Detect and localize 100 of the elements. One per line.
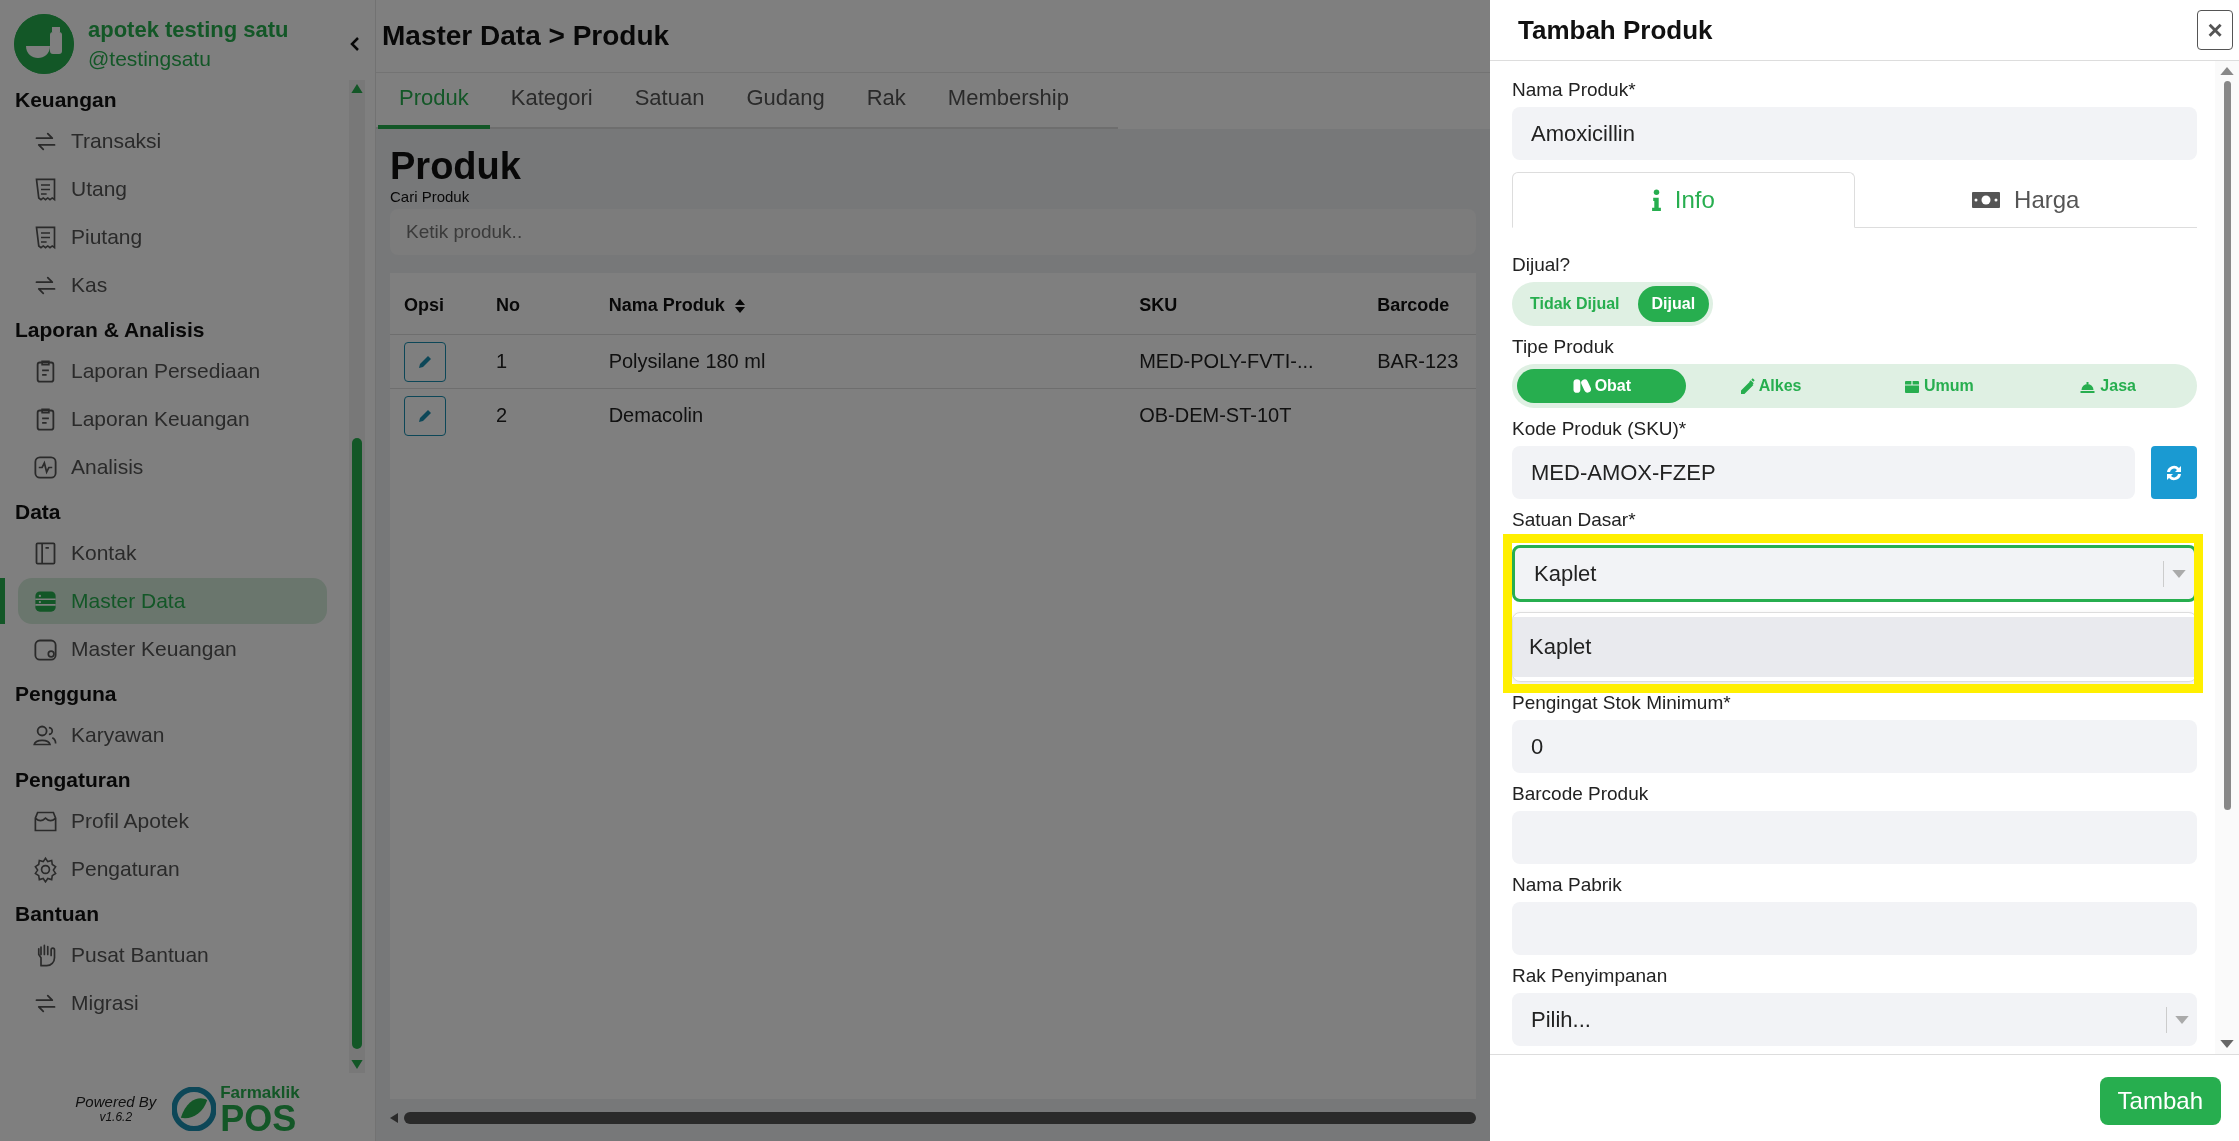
sidebar-item[interactable]: Kontak (18, 530, 327, 576)
table-cell: 1 (495, 350, 507, 372)
column-header[interactable]: Nama Produk (608, 295, 725, 315)
column-header: SKU (1139, 295, 1178, 315)
field-label: Nama Pabrik (1512, 874, 1622, 896)
segment-option[interactable]: Jasa (2023, 369, 2192, 403)
tab[interactable]: Rak (845, 73, 927, 129)
column-header: Barcode (1377, 295, 1450, 315)
select-field[interactable]: Pilih... (1512, 993, 2197, 1046)
caret-icon (2172, 569, 2186, 578)
field-label: Pengingat Stok Minimum* (1512, 692, 1731, 714)
tab[interactable]: Gudang (725, 73, 846, 129)
section-heading: Data (14, 499, 62, 525)
scroll-thumb[interactable] (404, 1112, 1476, 1124)
table-cell: BAR-123 (1377, 350, 1459, 372)
leaf-logo-icon (172, 1086, 217, 1131)
table-cell: Demacolin (608, 404, 704, 426)
submit-button[interactable]: Tambah (2099, 1077, 2221, 1125)
sidebar-item[interactable]: Utang (18, 166, 327, 212)
breadcrumb: Master Data > Produk (376, 0, 1490, 73)
table-cell: MED-POLY-FVTI-... (1139, 350, 1314, 372)
section-heading: Laporan & Analisis (14, 317, 206, 343)
input-field[interactable]: 0 (1512, 720, 2197, 773)
scrollbar[interactable] (390, 1111, 1476, 1125)
search-label: Cari Produk (390, 188, 471, 205)
segment-option[interactable]: Alkes (1685, 369, 1855, 403)
sidebar-item[interactable]: Pengaturan (18, 846, 327, 892)
tab[interactable]: Satuan (613, 73, 726, 129)
tab[interactable]: Kategori (489, 73, 614, 129)
pulse-icon (32, 453, 59, 481)
sidebar-item[interactable]: Kas (18, 262, 327, 308)
segment-option[interactable]: Obat (1517, 369, 1686, 403)
field-label: Tipe Produk (1512, 336, 1614, 358)
pharmacy-name: apotek testing satu (88, 17, 289, 43)
pencil-icon (417, 353, 433, 370)
tab[interactable]: Membership (926, 73, 1090, 129)
info-icon (1651, 189, 1661, 211)
field-label: Nama Produk* (1512, 79, 1636, 101)
sidebar-item[interactable]: Piutang (18, 214, 327, 260)
sidebar-item[interactable]: Pusat Bantuan (18, 932, 327, 978)
toggle-option[interactable]: Tidak Dijual (1516, 286, 1634, 322)
scroll-down-icon[interactable] (2220, 1040, 2234, 1048)
field-label: Dijual? (1512, 254, 1571, 276)
scroll-thumb[interactable] (2223, 81, 2231, 810)
sidebar-item[interactable]: Migrasi (18, 980, 327, 1026)
tab[interactable]: Harga (1854, 172, 2197, 228)
refresh-button[interactable] (2151, 446, 2197, 499)
section-heading: Bantuan (14, 901, 100, 927)
input-field[interactable]: MED-AMOX-FZEP (1512, 446, 2135, 499)
sidebar-item[interactable]: Profil Apotek (18, 798, 327, 844)
sidebar-item[interactable]: Master Keuangan (18, 626, 327, 672)
sidebar-item[interactable]: Laporan Persediaan (18, 348, 327, 394)
edit-button[interactable] (404, 395, 446, 436)
pencil-icon (417, 407, 433, 424)
section-heading: Pengguna (14, 681, 118, 707)
logo-text: POS (220, 1102, 297, 1135)
pharmacy-handle: @testingsatu (88, 47, 212, 71)
table-cell: OB-DEM-ST-10T (1139, 404, 1292, 426)
input-field[interactable]: Amoxicillin (1512, 107, 2197, 160)
field-label: Satuan Dasar* (1512, 509, 1636, 531)
scroll-thumb[interactable] (352, 438, 362, 1049)
search-field[interactable]: Ketik produk.. (390, 209, 1476, 255)
scroll-up-icon[interactable] (2220, 67, 2234, 75)
caret-icon (2175, 1015, 2189, 1024)
close-button[interactable]: × (2197, 10, 2233, 50)
page-title: Produk (390, 145, 522, 188)
powered-by-text: Powered By v1.6.2 (75, 1093, 157, 1125)
settings-icon (32, 855, 59, 883)
toggle-option[interactable]: Dijual (1637, 286, 1710, 322)
sort-icon[interactable] (734, 298, 745, 315)
scrollbar[interactable] (349, 80, 365, 1073)
table-cell: 2 (495, 404, 507, 426)
table-cell: Polysilane 180 ml (608, 350, 766, 372)
dropdown-option[interactable]: Kaplet (1513, 617, 2196, 677)
sidebar-item[interactable]: Analisis (18, 444, 327, 490)
edit-button[interactable] (404, 341, 446, 382)
scroll-left-icon[interactable] (390, 1113, 398, 1123)
column-header: Opsi (404, 295, 444, 315)
box-icon (1904, 378, 1920, 394)
field-label: Rak Penyimpanan (1512, 965, 1668, 987)
scrollbar[interactable] (2215, 61, 2239, 1054)
collapse-chevron-icon[interactable] (349, 36, 361, 52)
modal-title: Tambah Produk (1518, 14, 1713, 46)
sidebar-item[interactable]: Karyawan (18, 712, 327, 758)
sidebar-item[interactable]: Laporan Keuangan (18, 396, 327, 442)
column-header: No (495, 295, 520, 315)
pills-icon (1571, 378, 1591, 394)
banknote-icon (1972, 192, 2001, 208)
select-field[interactable]: Kaplet (1512, 545, 2197, 602)
logo-text: Farmaklik (220, 1082, 300, 1103)
field-label: Barcode Produk (1512, 783, 1649, 805)
pharmacy-logo-icon (14, 14, 74, 74)
segment-option[interactable]: Umum (1854, 369, 2024, 403)
section-heading: Keuangan (14, 87, 118, 113)
scroll-up-icon[interactable] (351, 84, 363, 93)
sidebar-item[interactable]: Transaksi (18, 118, 327, 164)
tab[interactable]: Info (1512, 172, 1855, 228)
section-heading: Pengaturan (14, 767, 132, 793)
service-bell-icon (2079, 379, 2097, 393)
field-label: Kode Produk (SKU)* (1512, 418, 1687, 440)
